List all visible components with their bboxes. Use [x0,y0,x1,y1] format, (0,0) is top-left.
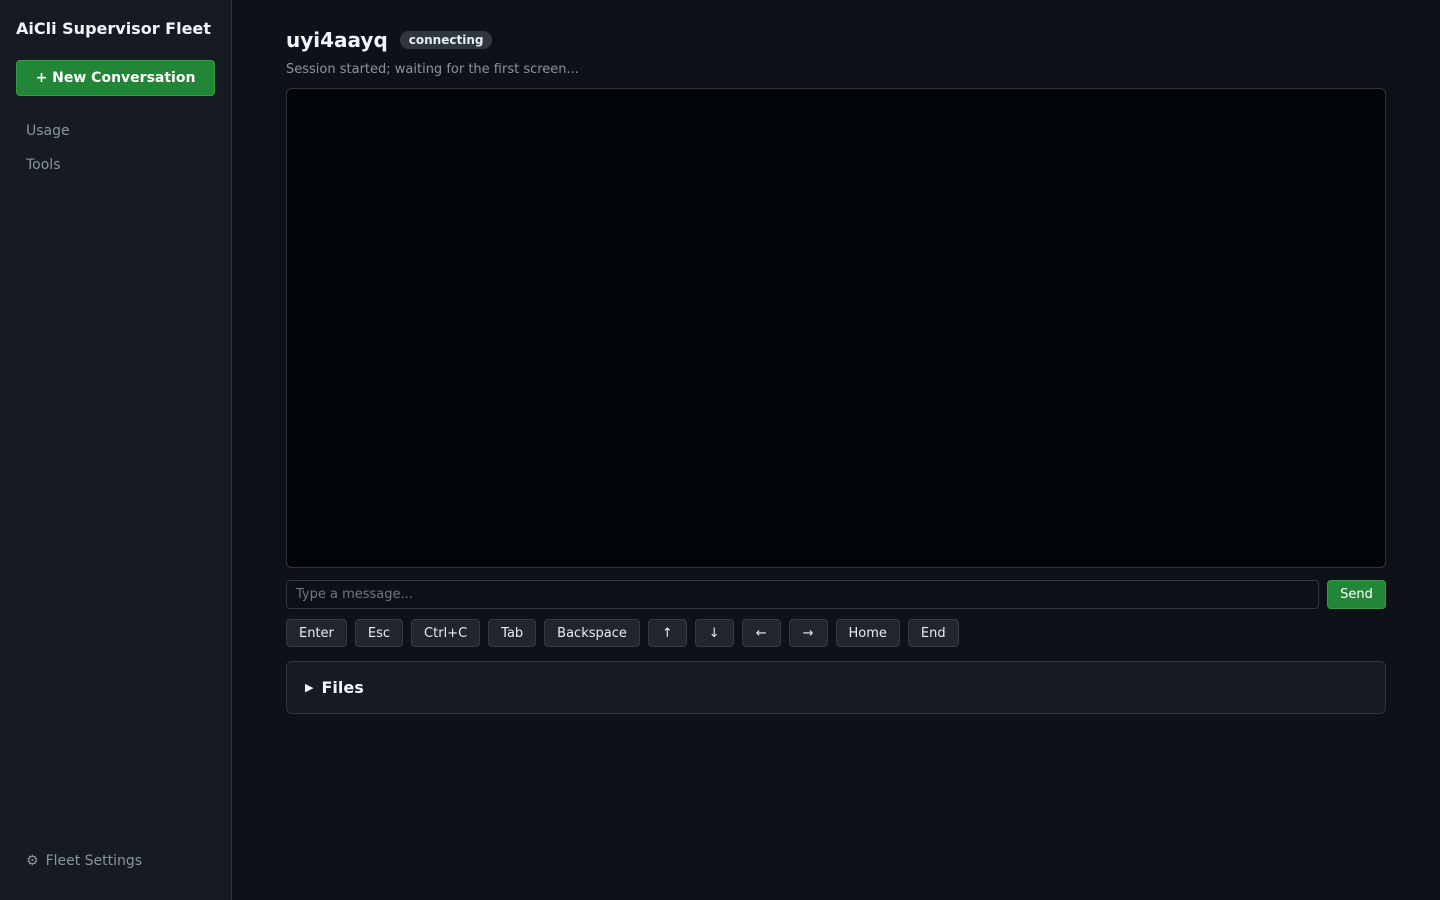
sidebar-item-tools[interactable]: Tools [16,148,215,182]
key-backspace-button[interactable]: Backspace [544,619,640,647]
files-label: Files [321,678,364,697]
terminal-screen[interactable] [286,88,1386,568]
key-up-arrow-button[interactable]: ↑ [647,619,687,647]
send-button[interactable]: Send [1327,580,1386,609]
session-header: uyi4aayq connecting [286,27,1386,53]
message-input[interactable] [286,580,1319,609]
special-keys-bar: Enter Esc Ctrl+C Tab Backspace ↑ ↓ ← → H… [286,619,1386,647]
files-section-toggle[interactable]: ▶ Files [286,661,1386,714]
new-conversation-button[interactable]: + New Conversation [16,60,215,96]
main-panel: uyi4aayq connecting Session started; wai… [232,0,1440,900]
sidebar-item-usage[interactable]: Usage [16,114,215,148]
key-esc-button[interactable]: Esc [354,619,404,647]
key-enter-button[interactable]: Enter [286,619,347,647]
expand-triangle-icon: ▶ [305,681,314,694]
gear-icon: ⚙ [26,853,39,869]
key-left-arrow-button[interactable]: ← [741,619,781,647]
app-title: AiCli Supervisor Fleet [16,19,211,38]
message-composer: Send [286,580,1386,609]
session-id-title: uyi4aayq [286,28,388,52]
key-tab-button[interactable]: Tab [488,619,537,647]
key-home-button[interactable]: Home [835,619,900,647]
status-badge: connecting [399,31,493,49]
session-subtitle: Session started; waiting for the first s… [286,62,579,77]
sidebar: AiCli Supervisor Fleet + New Conversatio… [0,0,232,900]
key-down-arrow-button[interactable]: ↓ [694,619,734,647]
sidebar-nav: Usage Tools [16,114,215,182]
app-root: AiCli Supervisor Fleet + New Conversatio… [0,0,1440,900]
key-right-arrow-button[interactable]: → [788,619,828,647]
fleet-settings-label: Fleet Settings [45,853,143,869]
key-ctrl-c-button[interactable]: Ctrl+C [411,619,481,647]
fleet-settings-link[interactable]: ⚙ Fleet Settings [26,853,142,869]
key-end-button[interactable]: End [907,619,959,647]
